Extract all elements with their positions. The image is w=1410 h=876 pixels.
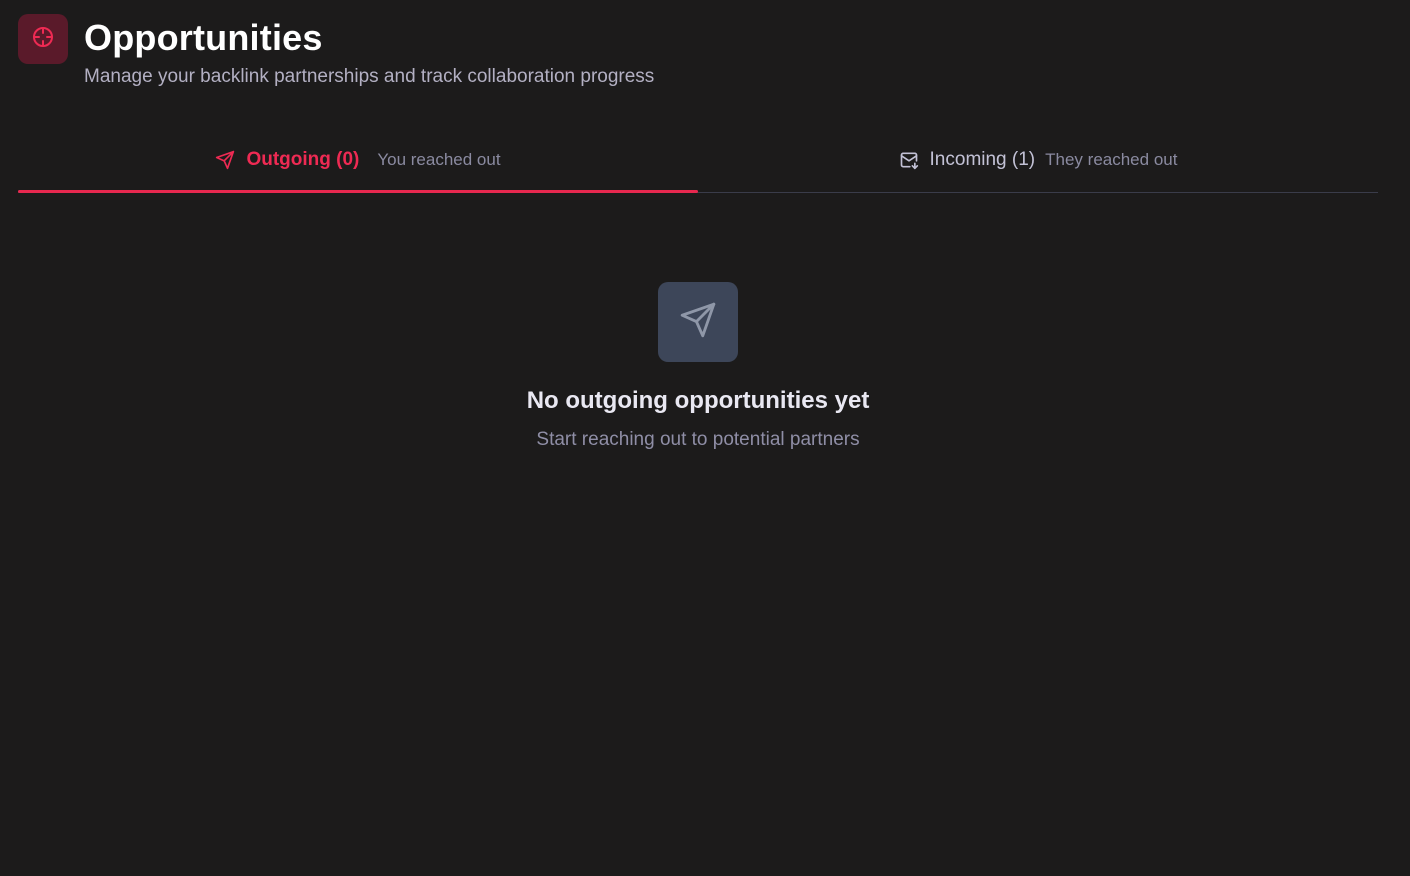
send-icon (679, 301, 717, 344)
header-text: Opportunities Manage your backlink partn… (84, 17, 654, 89)
tab-outgoing-label: Outgoing (0) (246, 149, 360, 170)
tab-outgoing[interactable]: Outgoing (0) You reached out (18, 128, 698, 193)
page-subtitle: Manage your backlink partnerships and tr… (84, 66, 655, 87)
tab-incoming[interactable]: Incoming (1) They reached out (698, 128, 1378, 192)
empty-state-subtitle: Start reaching out to potential partners (536, 429, 860, 450)
opportunities-page: Opportunities Manage your backlink partn… (0, 0, 1410, 876)
page-header: Opportunities Manage your backlink partn… (18, 14, 654, 89)
page-title: Opportunities (84, 17, 323, 58)
opportunity-tabs: Outgoing (0) You reached out Incoming (1… (18, 128, 1378, 193)
mail-incoming-icon (899, 150, 919, 170)
empty-state: No outgoing opportunities yet Start reac… (0, 282, 1396, 452)
tab-outgoing-sub: You reached out (377, 150, 501, 169)
empty-state-icon-box (658, 282, 738, 362)
crosshair-icon (31, 25, 55, 54)
tab-incoming-sub: They reached out (1045, 150, 1178, 169)
empty-state-title: No outgoing opportunities yet (526, 387, 870, 414)
tab-incoming-label: Incoming (1) (929, 149, 1036, 170)
logo-badge (18, 14, 68, 64)
send-icon (215, 150, 235, 170)
